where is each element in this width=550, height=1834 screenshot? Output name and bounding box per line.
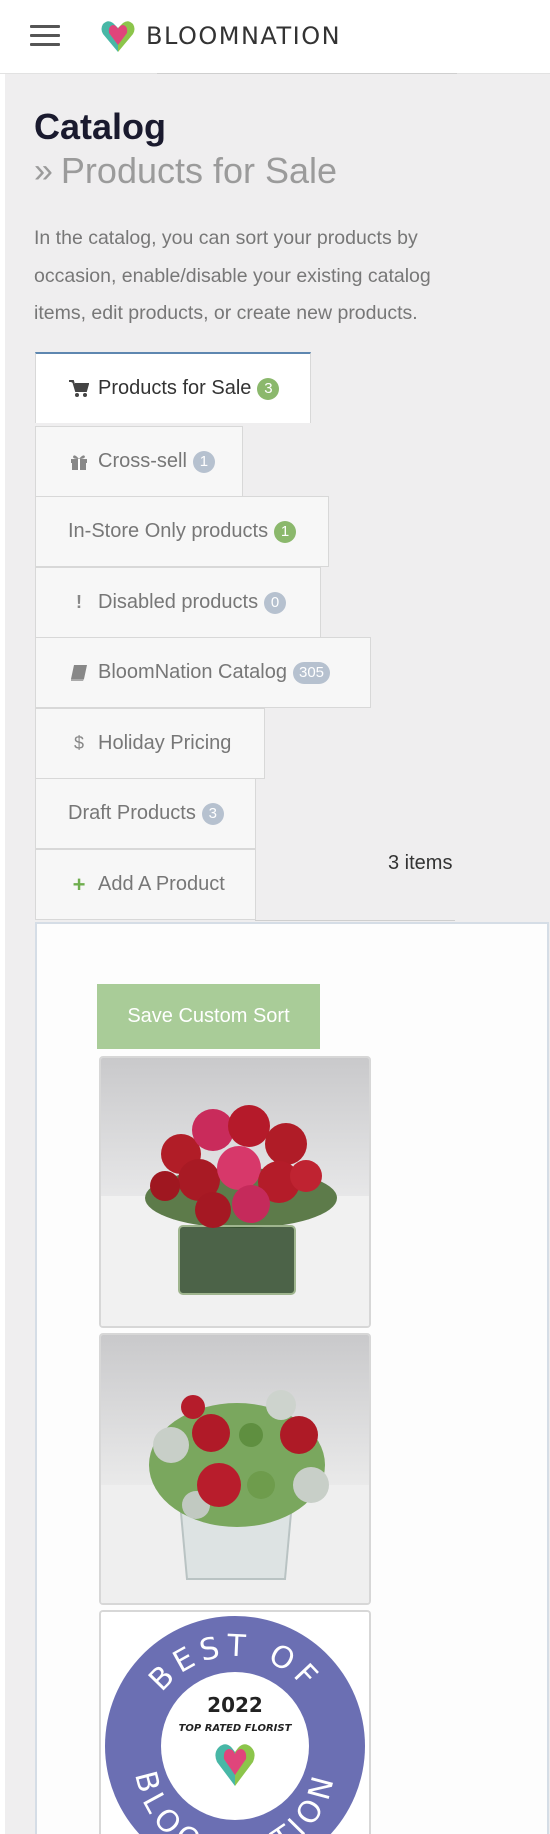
product-card[interactable]: [99, 1056, 371, 1328]
badge-tagline: TOP RATED FLORIST: [179, 1723, 293, 1734]
product-card[interactable]: [99, 1333, 371, 1605]
tab-in-store-only-products[interactable]: In-Store Only products 1: [35, 496, 329, 567]
count-badge: 3: [257, 377, 280, 400]
product-image: [101, 1335, 369, 1603]
page-subtitle: » Products for Sale: [34, 150, 337, 192]
count-badge: 1: [192, 450, 215, 473]
book-icon: [68, 664, 90, 682]
product-sort-panel: Save Custom Sort BEST OF 2022 TOP RATED …: [35, 922, 549, 1834]
top-navigation-bar: BLOOMNATION: [0, 0, 550, 74]
dollar-icon: $: [73, 733, 84, 753]
tab-label: Disabled products: [98, 591, 259, 613]
best-of-bloomnation-badge: BEST OF 2022 TOP RATED FLORIST BLOOMNATI…: [101, 1612, 369, 1834]
header-divider: [157, 73, 457, 74]
items-count: 3 items: [388, 852, 453, 874]
exclamation-icon: !: [76, 592, 82, 612]
count-badge: 1: [274, 520, 297, 543]
save-custom-sort-button[interactable]: Save Custom Sort: [97, 984, 320, 1049]
heart-logo-icon: [101, 21, 135, 52]
double-chevron-icon: »: [34, 151, 53, 190]
tab-bar-divider: [255, 920, 455, 921]
product-image: [101, 1058, 369, 1326]
tab-products-for-sale[interactable]: Products for Sale 3: [35, 352, 311, 423]
page-title: Catalog: [34, 106, 167, 147]
tab-label: BloomNation Catalog: [98, 661, 287, 683]
plus-icon: +: [72, 871, 86, 897]
tab-label: Add A Product: [98, 873, 225, 895]
tab-add-a-product[interactable]: + Add A Product: [35, 849, 256, 920]
brand-name: BLOOMNATION: [146, 22, 342, 50]
tab-draft-products[interactable]: Draft Products 3: [35, 778, 256, 849]
hamburger-icon[interactable]: [30, 25, 60, 47]
tab-holiday-pricing[interactable]: $ Holiday Pricing: [35, 708, 265, 779]
page-subtitle-text: Products for Sale: [60, 150, 338, 191]
badge-year: 2022: [207, 1693, 263, 1717]
brand-logo[interactable]: BLOOMNATION: [100, 19, 341, 53]
tab-label: Products for Sale: [98, 377, 252, 399]
product-card[interactable]: BEST OF 2022 TOP RATED FLORIST BLOOMNATI…: [99, 1610, 371, 1834]
tab-label: In-Store Only products: [68, 520, 269, 542]
tab-disabled-products[interactable]: ! Disabled products 0: [35, 567, 321, 638]
tab-label: Draft Products: [68, 802, 196, 824]
tab-label: Holiday Pricing: [98, 732, 232, 754]
tab-bloomnation-catalog[interactable]: BloomNation Catalog 305: [35, 637, 371, 708]
count-badge: 305: [293, 661, 331, 684]
page-description: In the catalog, you can sort your produc…: [34, 227, 431, 324]
count-badge: 0: [264, 591, 287, 614]
gift-icon: [68, 453, 90, 471]
cart-icon: [68, 379, 90, 398]
count-badge: 3: [201, 802, 224, 825]
tab-label: Cross-sell: [98, 450, 187, 472]
tab-cross-sell[interactable]: Cross-sell 1: [35, 426, 243, 497]
